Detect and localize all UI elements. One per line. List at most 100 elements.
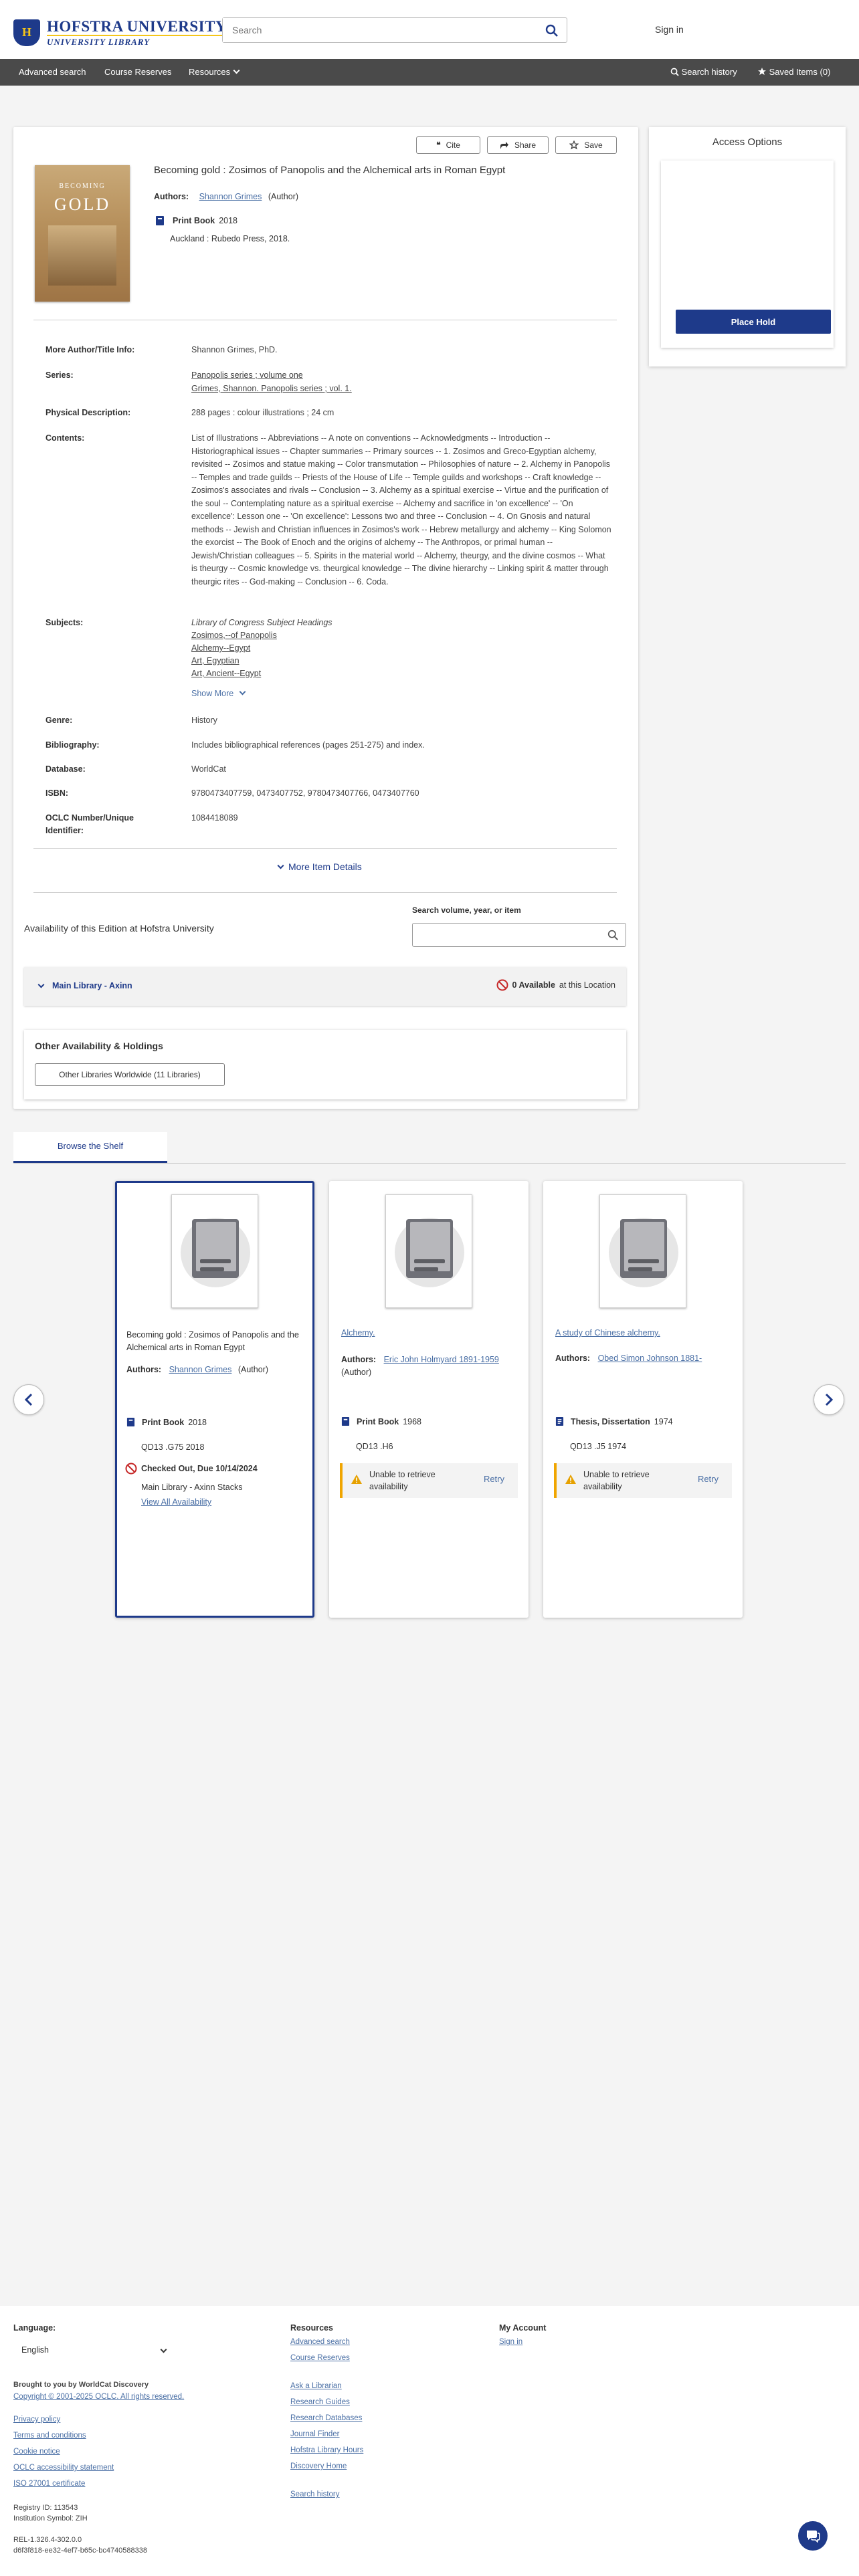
format-year: 1968: [403, 1416, 422, 1426]
hofstra-logo[interactable]: H HOFSTRA UNIVERSITY. UNIVERSITY LIBRARY: [13, 18, 230, 47]
more-item-details-button[interactable]: More Item Details: [274, 861, 362, 872]
saved-items-label: Saved Items (0): [769, 67, 831, 77]
footer-link[interactable]: Journal Finder: [290, 2430, 340, 2438]
cite-button[interactable]: ❝ Cite: [416, 136, 480, 154]
cite-label: Cite: [446, 140, 460, 150]
subject-link[interactable]: Alchemy--Egypt: [191, 642, 250, 655]
shelf-card-authors: Authors: Obed Simon Johnson 1881-: [555, 1354, 702, 1363]
logo-line-2: UNIVERSITY LIBRARY: [47, 35, 230, 47]
footer-link-search-history[interactable]: Search history: [290, 2490, 340, 2498]
chevron-down-icon: [37, 981, 45, 988]
database-label: Database:: [45, 764, 86, 774]
nav-search-history[interactable]: Search history: [670, 67, 737, 77]
show-more-button[interactable]: Show More: [191, 687, 246, 701]
availability-heading: Availability of this Edition at Hofstra …: [24, 923, 214, 934]
copyright-link[interactable]: Copyright © 2001-2025 OCLC. All rights r…: [13, 2393, 184, 2401]
search-input[interactable]: [223, 18, 531, 42]
nav-resources[interactable]: Resources: [189, 67, 240, 77]
shelf-card-format: Print Book 2018: [126, 1417, 207, 1427]
subject-link[interactable]: Art, Ancient--Egypt: [191, 667, 261, 681]
footer-signin-link[interactable]: Sign in: [499, 2338, 522, 2346]
nav-saved-items[interactable]: Saved Items (0): [757, 67, 830, 77]
volume-search-field[interactable]: [412, 923, 626, 947]
footer-link[interactable]: Course Reserves: [290, 2354, 350, 2362]
retry-button[interactable]: Retry: [698, 1474, 719, 1484]
nav-advanced-search[interactable]: Advanced search: [19, 67, 86, 77]
search-icon[interactable]: [545, 24, 559, 39]
star-outline-icon: [569, 140, 579, 150]
search-history-label: Search history: [681, 67, 737, 77]
retry-button[interactable]: Retry: [484, 1474, 504, 1484]
shelf-next-button[interactable]: [814, 1384, 844, 1415]
subject-link[interactable]: Zosimos,--of Panopolis: [191, 629, 277, 643]
language-select[interactable]: English: [13, 2339, 174, 2361]
sign-in-link[interactable]: Sign in: [655, 24, 684, 35]
institution-symbol: Institution Symbol: ZIH: [13, 2514, 88, 2523]
footer-link[interactable]: Discovery Home: [290, 2462, 347, 2470]
chevron-down-icon: [233, 67, 240, 74]
volume-search-label: Search volume, year, or item: [412, 905, 521, 915]
shelf-card[interactable]: Alchemy. Authors: Eric John Holmyard 189…: [329, 1181, 529, 1618]
shelf-card-title: Becoming gold : Zosimos of Panopolis and…: [126, 1330, 299, 1352]
brought-by: Brought to you by WorldCat Discovery: [13, 2381, 149, 2389]
genre-label: Genre:: [45, 716, 73, 725]
subject-link[interactable]: Art, Egyptian: [191, 655, 240, 668]
shelf-prev-button[interactable]: [13, 1384, 44, 1415]
shelf-card-title[interactable]: A study of Chinese alchemy.: [555, 1328, 660, 1337]
footer-link[interactable]: Hofstra Library Hours: [290, 2446, 363, 2454]
shelf-card[interactable]: Becoming gold : Zosimos of Panopolis and…: [115, 1181, 314, 1618]
other-availability-heading: Other Availability & Holdings: [35, 1041, 163, 1051]
place-hold-button[interactable]: Place Hold: [676, 310, 831, 334]
availability-warning: Unable to retrieve availability Retry: [554, 1463, 732, 1498]
location-availability-row[interactable]: Main Library - Axinn 0 Available at this…: [24, 967, 626, 1006]
author-link[interactable]: Eric John Holmyard 1891-1959: [384, 1355, 499, 1364]
chevron-down-icon: [239, 688, 246, 695]
more-author-value: Shannon Grimes, PhD.: [191, 345, 278, 354]
author-link[interactable]: Obed Simon Johnson 1881-: [598, 1354, 702, 1363]
footer-link[interactable]: Research Databases: [290, 2414, 362, 2422]
oclc-label-1: OCLC Number/Unique: [45, 813, 134, 823]
footer-link[interactable]: Advanced search: [290, 2338, 350, 2346]
book-cover-image[interactable]: BECOMING GOLD: [35, 165, 130, 302]
search-history-icon: [670, 68, 679, 76]
more-item-details-label: More Item Details: [288, 861, 362, 872]
footer-link[interactable]: Research Guides: [290, 2398, 350, 2406]
book-icon: [126, 1418, 135, 1426]
contents-label: Contents:: [45, 433, 85, 443]
chat-button[interactable]: [798, 2521, 828, 2551]
star-icon: [758, 68, 766, 76]
footer-link[interactable]: Ask a Librarian: [290, 2382, 342, 2390]
shelf-card-title[interactable]: Alchemy.: [341, 1328, 375, 1337]
nav-course-reserves[interactable]: Course Reserves: [104, 67, 171, 77]
nav-bar: Advanced search Course Reserves Resource…: [0, 59, 859, 86]
search-icon[interactable]: [607, 930, 619, 941]
contents-value: List of Illustrations -- Abbreviations -…: [191, 433, 611, 586]
authors-label: Authors:: [154, 192, 189, 201]
view-all-availability-link[interactable]: View All Availability: [141, 1497, 211, 1507]
format-label: Print Book: [142, 1417, 185, 1427]
save-button[interactable]: Save: [555, 136, 617, 154]
physical-value: 288 pages : colour illustrations ; 24 cm: [191, 408, 335, 417]
tab-browse-the-shelf[interactable]: Browse the Shelf: [13, 1132, 167, 1163]
footer-link[interactable]: Privacy policy: [13, 2416, 60, 2424]
footer-link[interactable]: OCLC accessibility statement: [13, 2464, 114, 2472]
author-link[interactable]: Shannon Grimes: [199, 192, 262, 201]
footer-link[interactable]: Cookie notice: [13, 2448, 60, 2456]
series-link-2[interactable]: Grimes, Shannon. Panopolis series ; vol.…: [191, 383, 352, 396]
location-name: Main Library - Axinn: [52, 981, 132, 990]
cover-line-1: BECOMING: [59, 183, 106, 190]
footer-link[interactable]: Terms and conditions: [13, 2432, 86, 2440]
share-button[interactable]: Share: [487, 136, 549, 154]
other-libraries-button[interactable]: Other Libraries Worldwide (11 Libraries): [35, 1063, 225, 1086]
chat-icon: [807, 2531, 820, 2543]
bibliography-label: Bibliography:: [45, 740, 100, 750]
format-label: Print Book: [357, 1416, 399, 1426]
chevron-down-icon: [277, 862, 284, 869]
isbn-label: ISBN:: [45, 788, 69, 798]
top-header: H HOFSTRA UNIVERSITY. UNIVERSITY LIBRARY…: [0, 0, 859, 59]
shelf-card[interactable]: A study of Chinese alchemy. Authors: Obe…: [543, 1181, 743, 1618]
series-link-1[interactable]: Panopolis series ; volume one: [191, 369, 303, 383]
author-link[interactable]: Shannon Grimes: [169, 1365, 232, 1374]
footer-link[interactable]: ISO 27001 certificate: [13, 2480, 85, 2488]
checkout-status-text: Checked Out, Due 10/14/2024: [141, 1464, 258, 1473]
